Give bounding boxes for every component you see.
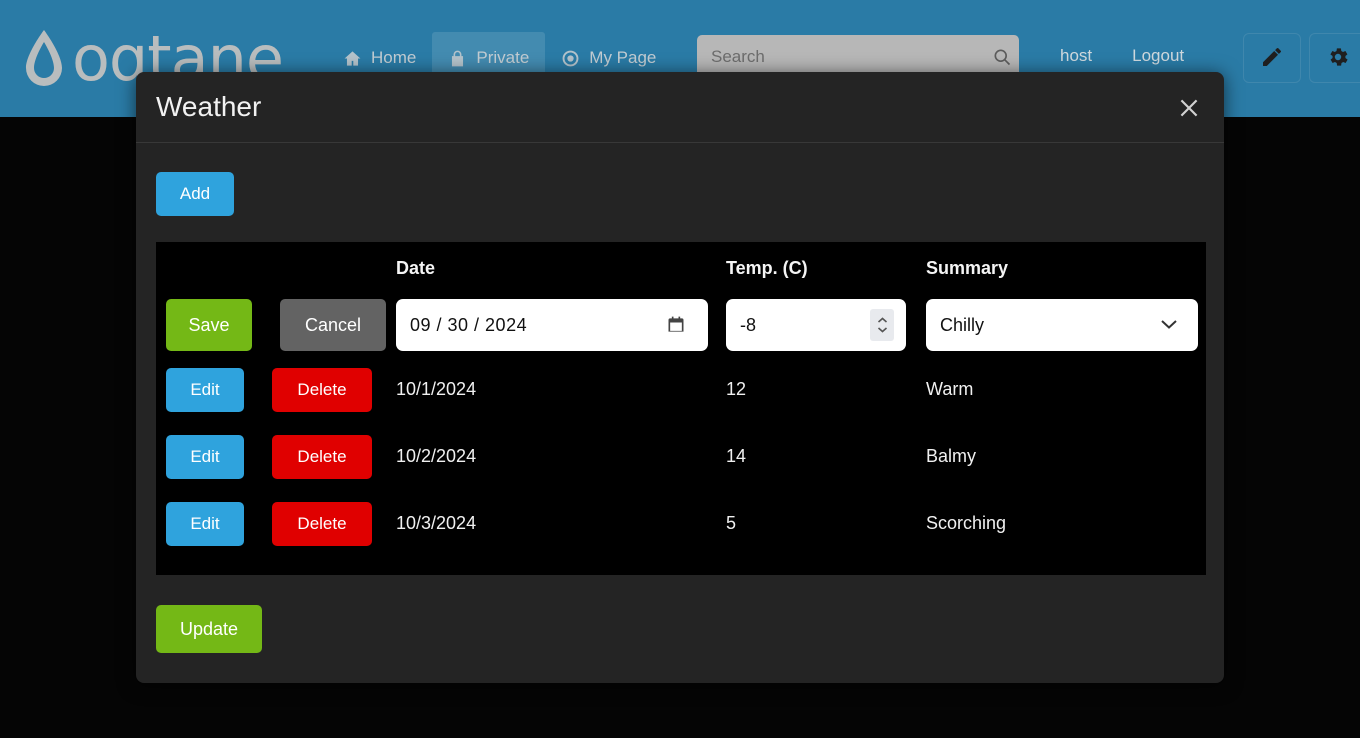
chevron-down-icon xyxy=(1160,317,1178,329)
logout-link[interactable]: Logout xyxy=(1132,46,1184,66)
table-header-row: Date Temp. (C) Summary xyxy=(156,242,1206,294)
row-actions: Edit Delete xyxy=(156,434,396,479)
save-button[interactable]: Save xyxy=(166,299,252,351)
nav-label-home: Home xyxy=(371,48,417,67)
page-root: oqtane Home Private My Page Search host … xyxy=(0,0,1360,738)
close-icon xyxy=(1176,95,1202,124)
temperature-input-value: -8 xyxy=(740,314,757,335)
table-row: Edit Delete 10/1/2024 12 Warm xyxy=(156,356,1206,423)
column-header-date: Date xyxy=(396,257,436,278)
user-links: host Logout xyxy=(1060,46,1184,66)
row-summary: Warm xyxy=(926,379,974,399)
calendar-icon[interactable] xyxy=(666,315,686,335)
pencil-icon xyxy=(1260,45,1284,72)
delete-button[interactable]: Delete xyxy=(272,501,372,546)
temperature-input[interactable]: -8 xyxy=(726,299,906,351)
modal-header: Weather xyxy=(136,72,1224,143)
row-actions: Edit Delete xyxy=(156,367,396,412)
delete-button[interactable]: Delete xyxy=(272,434,372,479)
date-input[interactable]: 09 / 30 / 2024 xyxy=(396,299,708,351)
weather-table: Date Temp. (C) Summary Save Cancel 09 / … xyxy=(156,242,1206,575)
table-row: Edit Delete 10/3/2024 5 Scorching xyxy=(156,490,1206,557)
close-button[interactable] xyxy=(1172,92,1206,126)
cancel-button[interactable]: Cancel xyxy=(280,299,386,351)
row-date: 10/1/2024 xyxy=(396,379,477,399)
update-button[interactable]: Update xyxy=(156,605,262,653)
search-input[interactable] xyxy=(697,47,985,67)
water-drop-logo-icon xyxy=(22,28,66,90)
column-header-summary: Summary xyxy=(926,257,1009,278)
lock-icon xyxy=(448,49,467,68)
edit-row-actions: Save Cancel xyxy=(156,299,396,351)
row-summary: Scorching xyxy=(926,513,1007,533)
edit-button[interactable]: Edit xyxy=(166,501,244,546)
edit-row-date-cell: 09 / 30 / 2024 xyxy=(396,299,726,351)
delete-button[interactable]: Delete xyxy=(272,367,372,412)
row-summary: Balmy xyxy=(926,446,977,466)
table-row: Edit Delete 10/2/2024 14 Balmy xyxy=(156,423,1206,490)
edit-row-summary-cell: Chilly xyxy=(926,299,1206,351)
row-temp: 14 xyxy=(726,446,747,466)
row-temp: 5 xyxy=(726,513,737,533)
row-actions: Edit Delete xyxy=(156,501,396,546)
modal-title: Weather xyxy=(156,91,262,122)
search-icon[interactable] xyxy=(985,47,1019,67)
add-button[interactable]: Add xyxy=(156,172,234,216)
gear-icon xyxy=(1326,45,1350,72)
username-link[interactable]: host xyxy=(1060,46,1092,66)
date-input-value: 09 / 30 / 2024 xyxy=(410,314,528,335)
header-icon-buttons xyxy=(1243,33,1360,83)
row-date: 10/3/2024 xyxy=(396,513,477,533)
nav-label-my-page: My Page xyxy=(589,48,657,67)
column-header-temp: Temp. (C) xyxy=(726,257,808,278)
summary-select[interactable]: Chilly xyxy=(926,299,1198,351)
home-icon xyxy=(343,49,362,68)
spinner-updown-icon[interactable] xyxy=(870,309,894,341)
table-edit-row: Save Cancel 09 / 30 / 2024 -8 Chilly xyxy=(156,294,1206,356)
modal-body: Add Date Temp. (C) Summary Save Cancel 0… xyxy=(136,143,1224,653)
nav-label-private: Private xyxy=(476,48,530,67)
edit-row-temp-cell: -8 xyxy=(726,299,926,351)
target-icon xyxy=(561,49,580,68)
edit-button[interactable]: Edit xyxy=(166,367,244,412)
summary-select-value: Chilly xyxy=(940,314,985,335)
settings-button[interactable] xyxy=(1309,33,1360,83)
weather-modal: Weather Add Date Temp. (C) Summary Save … xyxy=(136,72,1224,683)
row-date: 10/2/2024 xyxy=(396,446,477,466)
edit-button[interactable]: Edit xyxy=(166,434,244,479)
edit-page-button[interactable] xyxy=(1243,33,1301,83)
row-temp: 12 xyxy=(726,379,747,399)
